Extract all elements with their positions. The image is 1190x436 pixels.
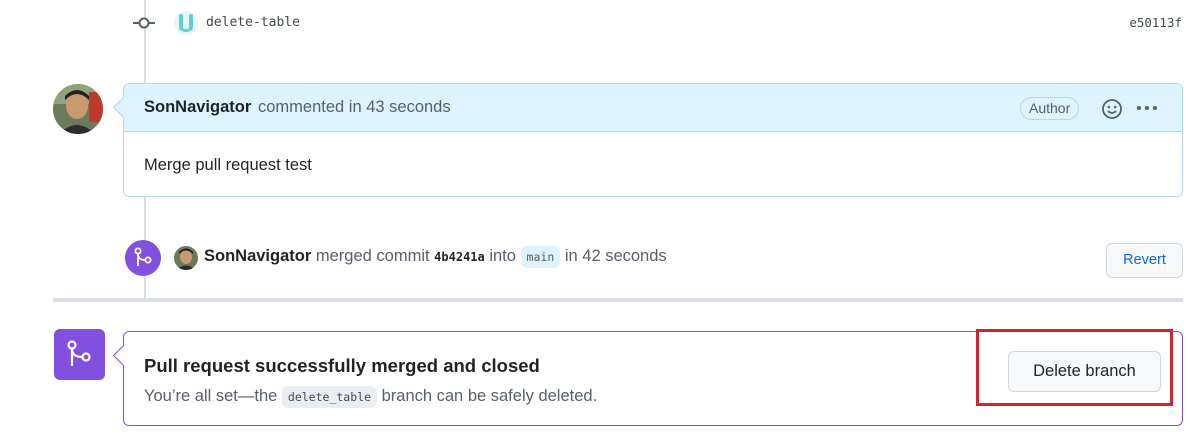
smiley-icon[interactable] [1100,97,1124,121]
comment-header: SonNavigator commented in 43 seconds Aut… [124,84,1182,132]
merge-actor-link[interactable]: SonNavigator [204,247,311,265]
comment-timestamp[interactable]: commented in 43 seconds [258,98,451,117]
merge-into-label: into [489,247,516,265]
author-badge: Author [1020,97,1080,120]
git-merge-icon [54,329,105,380]
commit-message-link[interactable]: delete-table [206,15,300,30]
bot-avatar-icon[interactable] [174,11,198,35]
avatar[interactable] [174,246,198,270]
merge-event-text: SonNavigator merged commit 4b4241a into … [204,246,667,268]
merge-verb: merged commit [315,247,430,265]
comment-body: Merge pull request test [144,156,312,174]
git-commit-icon [133,14,155,32]
branch-name: delete_table [281,386,377,408]
revert-button[interactable]: Revert [1106,243,1183,278]
timeline-divider [53,298,1183,302]
merge-status-description: You’re all set—the delete_table branch c… [144,386,598,408]
comment-author-link[interactable]: SonNavigator [144,98,251,117]
status-desc-prefix: You’re all set—the [144,387,278,405]
kebab-horizontal-icon[interactable] [1134,96,1160,120]
target-branch-link[interactable]: main [520,246,561,268]
highlight-box [976,329,1173,406]
commit-sha-link[interactable]: e50113f [1129,15,1182,30]
merge-status-title: Pull request successfully merged and clo… [144,355,540,376]
merge-commit-sha-link[interactable]: 4b4241a [434,250,485,264]
git-merge-icon [125,240,161,276]
status-desc-suffix: branch can be safely deleted. [381,387,598,405]
comment-card: SonNavigator commented in 43 seconds Aut… [123,83,1183,197]
avatar[interactable] [53,84,103,134]
commit-row: delete-table e50113f [0,6,1190,40]
merge-timestamp[interactable]: in 42 seconds [565,247,667,265]
